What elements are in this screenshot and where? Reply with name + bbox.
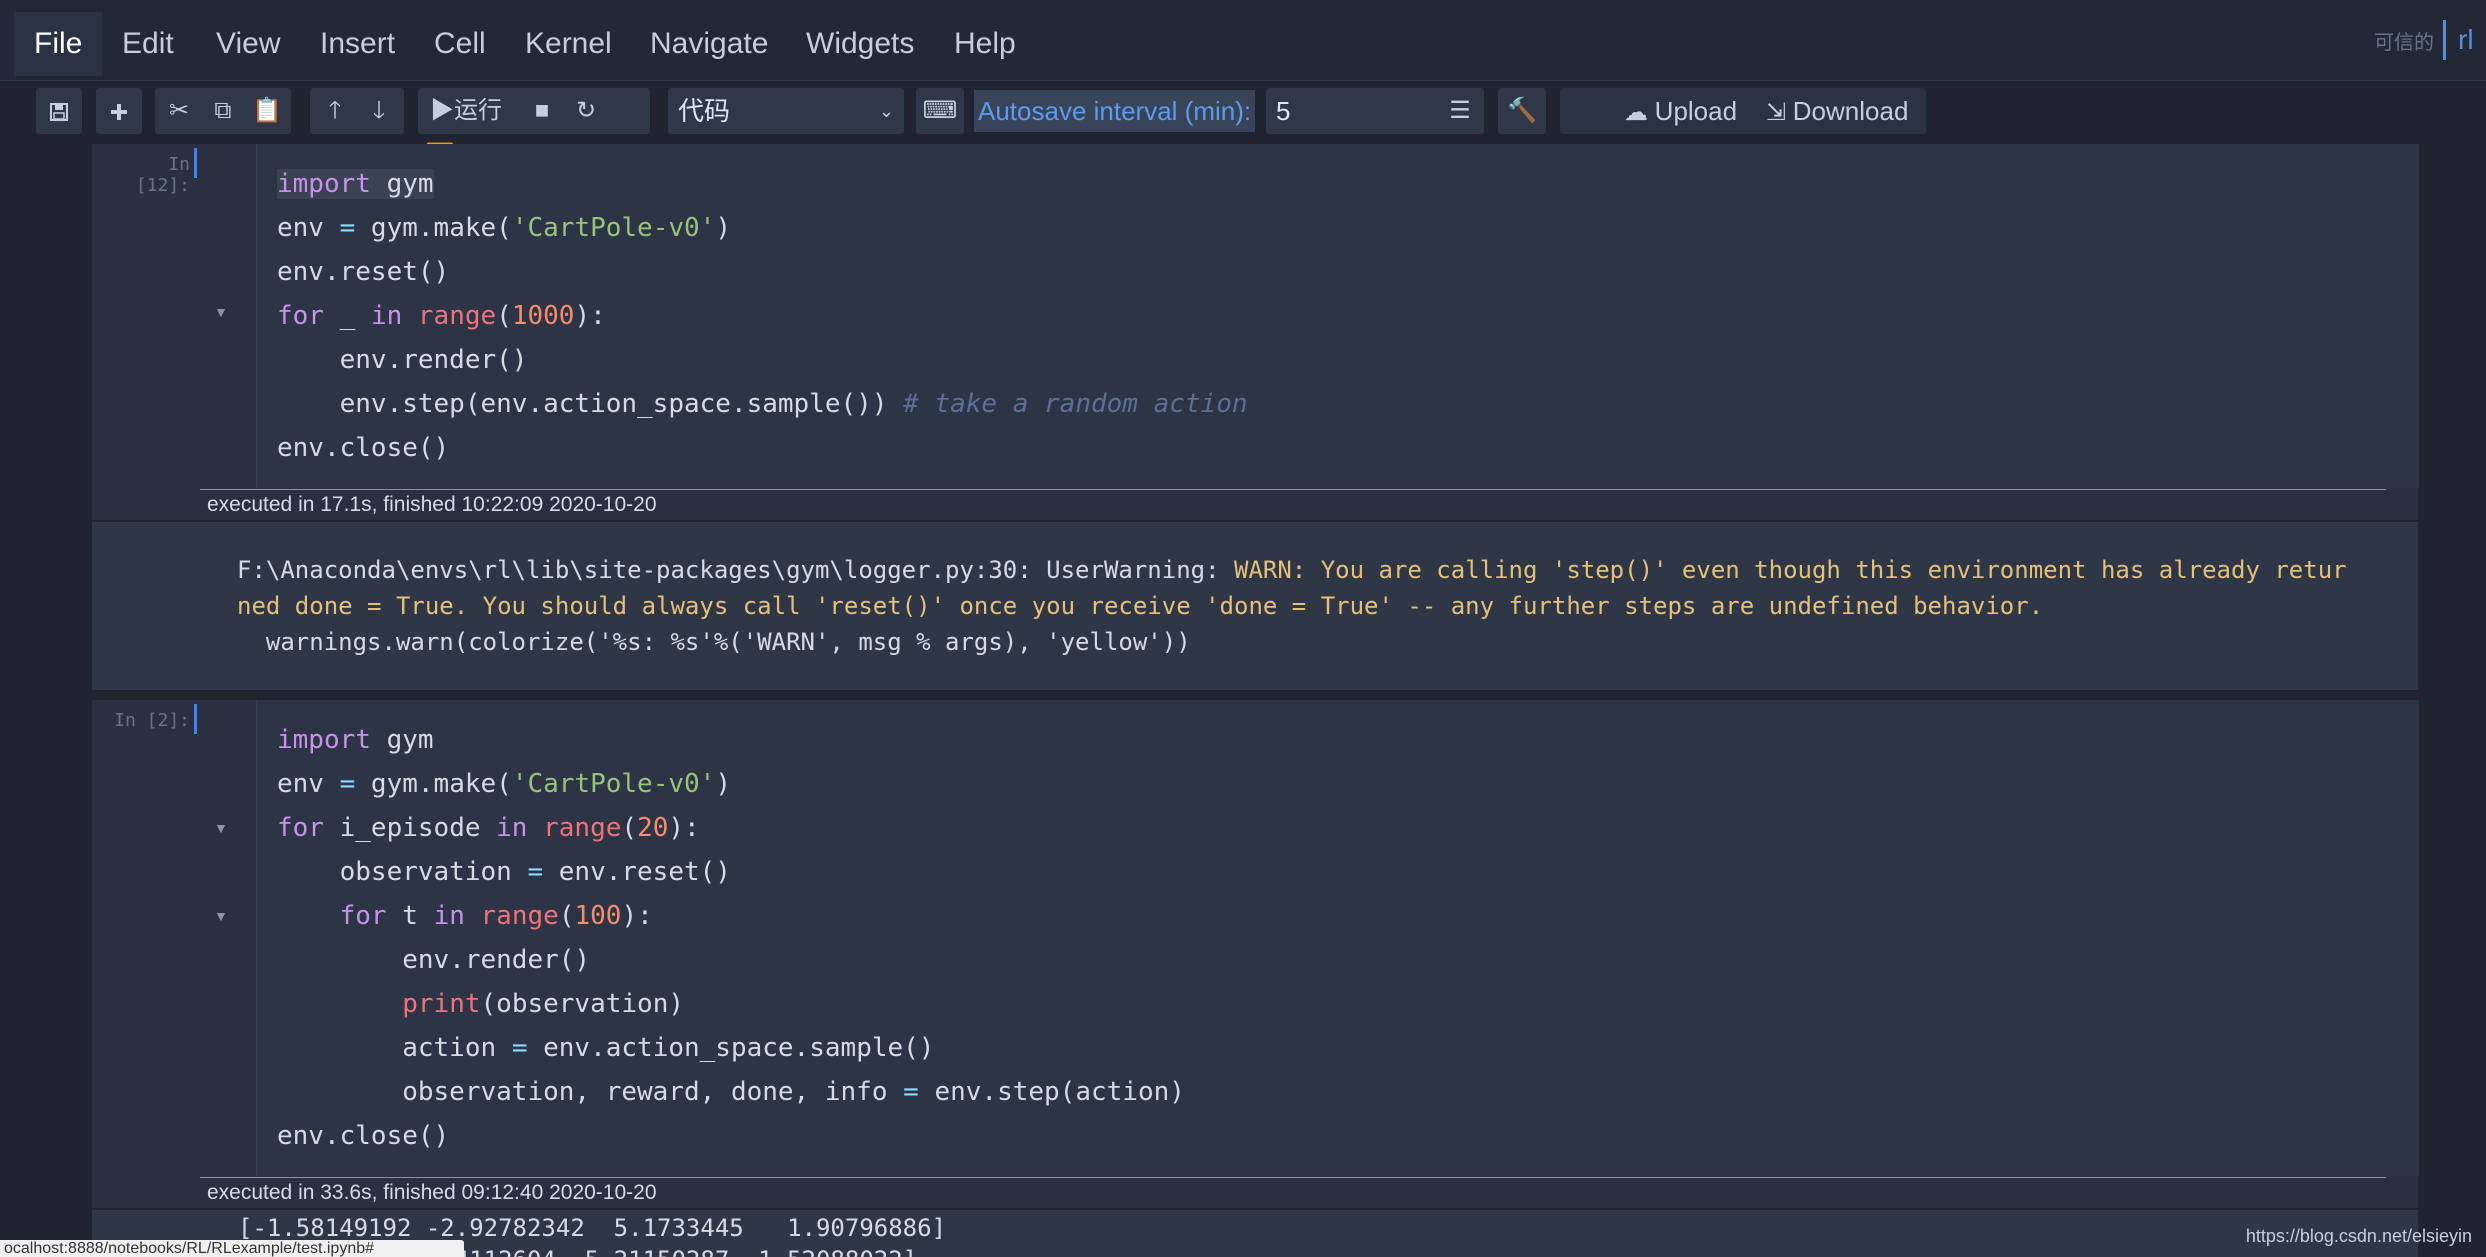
menu-edit[interactable]: Edit <box>122 12 174 76</box>
autosave-interval-value: 5 <box>1276 96 1291 126</box>
trusted-indicator[interactable]: 可信的 <box>2374 26 2434 55</box>
cell-output-1: F:\Anaconda\envs\rl\lib\site-packages\gy… <box>92 522 2418 690</box>
code-cell-1[interactable]: In [12]: ▼ import gym env = gym.make('Ca… <box>92 144 2419 520</box>
cut-icon[interactable]: ✂ <box>157 88 201 134</box>
code-line: env.close() <box>277 433 450 463</box>
fold-arrow-icon[interactable]: ▼ <box>214 820 228 836</box>
kernel-name[interactable]: rl <box>2443 20 2486 60</box>
output-line: warnings.warn(colorize('%s: %s'%('WARN',… <box>237 628 1191 656</box>
upload-label: Upload <box>1654 96 1738 126</box>
cell-selection-bar <box>194 148 197 178</box>
fold-arrow-icon[interactable]: ▼ <box>214 304 228 320</box>
code-line: import gym <box>277 169 434 199</box>
menu-insert[interactable]: Insert <box>320 12 395 76</box>
arrow-up-icon[interactable]: 🡑 <box>313 88 357 134</box>
arrow-down-icon[interactable]: 🡓 <box>357 88 401 134</box>
download-button[interactable]: ⇲ Download <box>1766 88 1908 136</box>
stop-icon[interactable]: ■ <box>520 88 564 134</box>
copy-icon[interactable]: ⧉ <box>201 88 245 134</box>
chevron-down-icon: ⌄ <box>878 101 894 121</box>
run-button[interactable]: ▶运行 <box>418 88 520 134</box>
upload-download-group: ☁ Upload ⇲ Download <box>1560 88 1926 134</box>
move-button-group: 🡑 🡓 <box>310 88 404 134</box>
cell-type-select[interactable]: 代码 ⌄ <box>668 88 904 134</box>
hammer-icon: 🔨 <box>1507 97 1537 124</box>
code-line: env.render() <box>277 345 528 375</box>
menu-help[interactable]: Help <box>954 12 1016 76</box>
status-url: ocalhost:8888/notebooks/RL/RLexample/tes… <box>0 1240 464 1257</box>
play-icon: ▶ <box>430 97 454 124</box>
code-line: for _ in range(1000): <box>277 301 606 331</box>
insert-cell-button[interactable] <box>96 88 142 134</box>
nbextensions-button[interactable]: 🔨 <box>1498 88 1546 134</box>
code-line: observation, reward, done, info = env.st… <box>277 1077 1185 1107</box>
execution-time-info: executed in 33.6s, finished 09:12:40 202… <box>200 1177 2386 1205</box>
cell-selection-bar <box>194 704 197 734</box>
output-line: ned done = True. You should always call … <box>237 592 2044 620</box>
keyboard-icon: ⌨ <box>922 97 958 124</box>
autosave-interval-select[interactable]: 5 ⌄ <box>1266 88 1464 134</box>
menu-kernel[interactable]: Kernel <box>525 12 612 76</box>
autosave-label: Autosave interval (min): <box>974 90 1256 132</box>
menu-view[interactable]: View <box>216 12 280 76</box>
code-line: import gym <box>277 725 434 755</box>
menu-navigate[interactable]: Navigate <box>650 12 768 76</box>
toolbar: ✂⧉📋 🡑🡓 ▶运行■↻⏩ 代码 ⌄ ⌨ Autosave interval (… <box>0 82 2486 170</box>
watermark: https://blog.csdn.net/elsieyin <box>2245 1226 2472 1246</box>
menu-file[interactable]: File <box>14 12 103 76</box>
code-editor[interactable]: import gym env = gym.make('CartPole-v0')… <box>256 700 2419 1176</box>
code-line: env.step(env.action_space.sample()) # ta… <box>277 389 1248 419</box>
save-icon <box>50 102 68 121</box>
code-line: env = gym.make('CartPole-v0') <box>277 769 731 799</box>
upload-icon: ☁ <box>1624 99 1648 126</box>
download-label: Download <box>1792 96 1909 126</box>
toc-button[interactable]: ☰ <box>1436 88 1484 134</box>
code-line: env.reset() <box>277 257 450 287</box>
code-line: env.render() <box>277 945 591 975</box>
save-button[interactable] <box>36 88 82 134</box>
code-cell-2[interactable]: In [2]: ▼ ▼ import gym env = gym.make('C… <box>92 700 2419 1208</box>
paste-icon[interactable]: 📋 <box>245 88 289 134</box>
output-line: F:\Anaconda\envs\rl\lib\site-packages\gy… <box>237 556 2347 584</box>
code-line: env = gym.make('CartPole-v0') <box>277 213 731 243</box>
fold-arrow-icon[interactable]: ▼ <box>214 908 228 924</box>
code-line: action = env.action_space.sample() <box>277 1033 935 1063</box>
cell-prompt: In [12]: <box>135 154 190 196</box>
menu-widgets[interactable]: Widgets <box>806 12 914 76</box>
notebook-window: File Edit View Insert Cell Kernel Naviga… <box>0 0 2486 1257</box>
cell-type-value: 代码 <box>678 96 731 126</box>
restart-icon[interactable]: ↻ <box>564 88 608 134</box>
plus-icon <box>111 103 127 120</box>
upload-button[interactable]: ☁ Upload <box>1624 88 1737 136</box>
code-line: env.close() <box>277 1121 450 1151</box>
execution-time-info: executed in 17.1s, finished 10:22:09 202… <box>200 489 2386 517</box>
download-icon: ⇲ <box>1766 99 1787 126</box>
menubar: File Edit View Insert Cell Kernel Naviga… <box>0 0 2486 81</box>
clipboard-button-group: ✂ ⧉ 📋 <box>155 88 291 134</box>
command-palette-button[interactable]: ⌨ <box>916 88 964 134</box>
code-line: observation = env.reset() <box>277 857 731 887</box>
run-button-group: ▶运行■↻⏩ <box>418 88 650 170</box>
menu-cell[interactable]: Cell <box>434 12 486 76</box>
code-editor[interactable]: import gym env = gym.make('CartPole-v0')… <box>256 144 2419 488</box>
code-line: print(observation) <box>402 989 685 1019</box>
cell-prompt: In [2]: <box>114 710 190 731</box>
code-line: for t in range(100): <box>339 901 653 931</box>
code-line: for i_episode in range(20): <box>277 813 700 843</box>
list-icon: ☰ <box>1449 97 1471 124</box>
run-label: 运行 <box>454 97 502 124</box>
